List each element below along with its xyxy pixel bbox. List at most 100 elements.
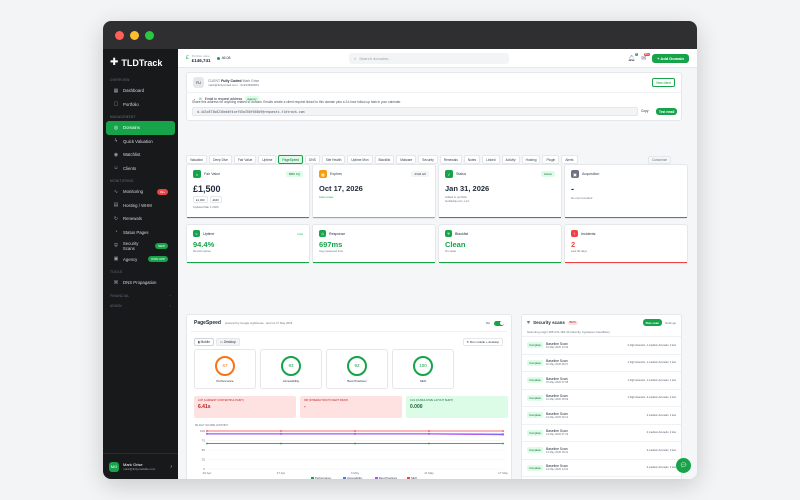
tab-blacklist[interactable]: Blacklist [374, 155, 395, 164]
copy-button[interactable]: Copy [641, 109, 648, 113]
portfolio-value[interactable]: £ Portfolio value £146,741 [186, 54, 211, 63]
tab-valuation[interactable]: Valuation [186, 155, 208, 164]
brand-logo[interactable]: ✚ TLDTrack [103, 49, 178, 74]
tab-plugin[interactable]: Plugin [542, 155, 560, 164]
sidebar-item-portfolio[interactable]: ▢ Portfolio [106, 98, 175, 112]
scan-row[interactable]: Complete Baseline Scan 15 May 2026 07:08 1 … [522, 372, 681, 390]
run-pagespeed-button[interactable]: ↻ Run mobile + desktop [462, 338, 503, 346]
sidebar-item-status-pages[interactable]: ◔ Status Pages [106, 226, 175, 240]
metric-subtext: Avg measured time [319, 249, 344, 253]
sidebar-item-label: Domains [123, 125, 140, 131]
tab-linked[interactable]: Linked [482, 155, 500, 164]
tab-renewals[interactable]: Renewals [439, 155, 462, 164]
search-input[interactable]: ⌕ Search domains... [349, 52, 510, 64]
sidebar-item-label: Dashboard [123, 88, 145, 94]
pagespeed-toggle[interactable] [494, 320, 504, 326]
legend-swatch [311, 477, 314, 479]
tab-deep-dive[interactable]: Deep Dive [209, 155, 232, 164]
scan-date: 14 May 2026 07:43 [545, 433, 569, 437]
users-icon: ☺ [113, 165, 119, 172]
sidebar-item-domains[interactable]: ◎ Domains [106, 121, 175, 135]
scan-row[interactable]: Complete Baseline Scan 13 May 2026 14:31 4 … [522, 460, 681, 477]
kpi-card-fair-value: ⌂ Fair Value BRK 1Q £1,500 £1,000 £640 Updated… [186, 164, 310, 219]
kpi-accent-bar [187, 216, 309, 218]
bell-icon[interactable]: 🔔︎ 4 [627, 52, 639, 62]
tab-notes[interactable]: Notes [463, 155, 481, 164]
scan-row[interactable]: Complete Baseline Scan 14 May 2026 09:12 4 … [522, 407, 681, 425]
scan-row[interactable]: Complete Baseline Scan 14 May 2026 07:43 4 … [522, 425, 681, 442]
data-point [206, 442, 208, 445]
kpi-tag: Active [540, 171, 555, 177]
sidebar-item-watchlist[interactable]: ◉ Watchlist [106, 148, 175, 162]
mobile-tab-label: Mobile [200, 340, 211, 344]
tab-uptime[interactable]: Uptime [258, 155, 277, 164]
add-domain-button[interactable]: + Add Domain [652, 53, 689, 63]
run-scan-button[interactable]: Run scan [642, 319, 663, 326]
pulse-icon: ∿ [193, 230, 200, 237]
sidebar-item-quick-valuation[interactable]: ϟ Quick Valuation [106, 135, 175, 149]
tab-alerts[interactable]: Alerts [561, 155, 578, 164]
tab-site-health[interactable]: Site Health [321, 155, 346, 164]
window-titlebar [103, 21, 697, 49]
desktop-tab[interactable]: ▭ Desktop [216, 338, 240, 346]
tab-malware[interactable]: Malware [396, 155, 417, 164]
tab-hosting[interactable]: Hosting [521, 155, 541, 164]
mobile-tab[interactable]: ▮ Mobile [194, 338, 215, 346]
customize-tabs-button[interactable]: Customize [648, 156, 672, 164]
metric-title: Blacklist [455, 231, 469, 236]
portfolio-value-amount: £146,741 [191, 57, 211, 63]
scan-date: 16 May 2026 13:33 [545, 345, 569, 349]
close-window-button[interactable] [115, 30, 124, 40]
kpi-card-expires: ▦ Expires 233d left Oct 17, 2026 Auto renew [312, 164, 436, 219]
folder-icon: ▢ [113, 101, 119, 108]
kpi-value: £1,500 [193, 184, 221, 194]
eye-icon: ◉ [113, 151, 119, 158]
user-profile[interactable]: MG Mark Grise mark@fullyundable.com › [103, 453, 178, 479]
tab-security[interactable]: Security [418, 155, 438, 164]
scan-row[interactable]: CompleteBaseline Scan12 May 2026 18:404 … [522, 477, 681, 479]
chat-icon[interactable]: 💬︎ [676, 458, 691, 473]
sidebar-item-clients[interactable]: ☺ Clients [106, 162, 175, 176]
sidebar-item-monitoring[interactable]: ∿ Monitoring 99+ [106, 185, 175, 199]
tab-pagespeed[interactable]: PageSpeed [278, 155, 304, 164]
legend-swatch [343, 477, 346, 479]
section-admin[interactable]: ADMIN › [103, 300, 178, 310]
maximize-window-button[interactable] [145, 30, 154, 40]
sidebar-item-renewals[interactable]: ↻ Renewals [106, 212, 175, 226]
scan-row[interactable]: Complete Baseline Scan 16 May 2026 08:27 1 … [522, 355, 681, 372]
scan-row[interactable]: Complete Baseline Scan 14 May 2026 18:09 1 … [522, 390, 681, 407]
tab-fair-value[interactable]: Fair Value [233, 155, 257, 164]
score-seo: 100 SEO [392, 349, 454, 389]
status-badge: Complete [527, 342, 543, 349]
section-financial[interactable]: FINANCIAL › [103, 290, 178, 300]
minimize-window-button[interactable] [130, 30, 139, 40]
sidebar-item-dns-propagation[interactable]: ⌘ DNS Propagation [106, 276, 175, 290]
test-email-button[interactable]: Test email [656, 108, 678, 115]
settings-button[interactable]: Settings [665, 321, 676, 325]
scan-row[interactable]: Complete Baseline Scan 16 May 2026 13:33 2 … [522, 337, 681, 355]
notification-badge: 4 [634, 52, 639, 56]
app-window: ✚ TLDTrack OVERVIEW ▦ Dashboard ▢ Portfolio … [103, 21, 697, 479]
view-client-button[interactable]: View client [651, 78, 675, 87]
score-value: 67 [222, 363, 228, 368]
sidebar-item-agency[interactable]: ▣ Agency OWN APP [106, 253, 175, 267]
request-email-field[interactable]: d-443c873b6236eb6f4cef55a350f665b9@reque… [192, 107, 638, 116]
clock-icon: ◷ [319, 230, 326, 237]
sidebar-item-security-scans[interactable]: ⛨ Security Scans NEW [106, 239, 175, 253]
section-tools: TOOLS [110, 270, 123, 274]
chevron-right-icon: › [170, 463, 172, 470]
scan-result: 4 medium Acunetix, 2 low [646, 466, 676, 470]
sidebar-item-dashboard[interactable]: ▦ Dashboard [106, 84, 175, 98]
scan-date: 14 May 2026 09:12 [545, 415, 569, 419]
tab-dns[interactable]: DNS [305, 155, 320, 164]
briefcase-icon: ▣ [113, 256, 119, 263]
mail-icon[interactable]: ✉ 99+ [641, 52, 651, 62]
status-badge: Complete [527, 412, 543, 419]
tab-activity[interactable]: Activity [501, 155, 520, 164]
status-badge: Complete [527, 377, 543, 384]
sidebar-item-label: Quick Valuation [123, 138, 153, 144]
tab-uptime-mon[interactable]: Uptime Mon [347, 155, 373, 164]
legend-label: Best Practices [379, 476, 397, 479]
sidebar-item-hosting-whm[interactable]: ▤ Hosting / WHM [106, 199, 175, 213]
scan-row[interactable]: Complete Baseline Scan 13 May 2026 18:41 4 … [522, 442, 681, 460]
